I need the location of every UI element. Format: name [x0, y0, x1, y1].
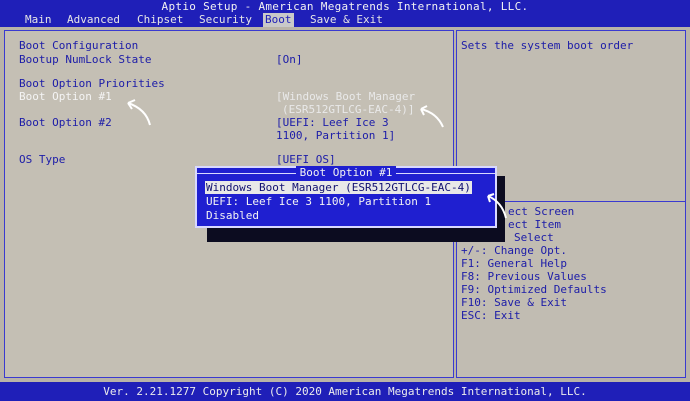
key-legend-item: +/-: Change Opt. — [461, 244, 567, 257]
tab-advanced[interactable]: Advanced — [65, 13, 122, 27]
pointer-arrow-icon — [487, 193, 507, 219]
key-legend-item: ESC: Exit — [461, 309, 521, 322]
tab-security[interactable]: Security — [197, 13, 254, 27]
key-legend-item: F1: General Help — [461, 257, 567, 270]
boot-option-2-value-cont[interactable]: 1100, Partition 1] — [276, 129, 395, 142]
os-type-value[interactable]: [UEFI OS] — [276, 153, 336, 166]
pointer-arrow-icon — [127, 99, 151, 126]
popup-title-text: Boot Option #1 — [295, 166, 397, 179]
popup-title: Boot Option #1 — [197, 166, 495, 179]
tab-main[interactable]: Main — [23, 13, 54, 27]
boot-option-2-value[interactable]: [UEFI: Leef Ice 3 — [276, 116, 389, 129]
boot-option-2-label[interactable]: Boot Option #2 — [19, 116, 112, 129]
boot-configuration-header: Boot Configuration — [19, 39, 139, 52]
pointer-arrow-icon — [420, 105, 444, 128]
boot-option-1-popup: Boot Option #1 Windows Boot Manager (ESR… — [195, 166, 497, 228]
tab-boot[interactable]: Boot — [263, 13, 294, 27]
os-type-label[interactable]: OS Type — [19, 153, 65, 166]
help-description: Sets the system boot order — [461, 39, 634, 52]
popup-option-windows-boot-manager[interactable]: Windows Boot Manager (ESR512GTLCG-EAC-4) — [205, 181, 472, 194]
boot-option-priorities-header: Boot Option Priorities — [19, 77, 165, 90]
tab-chipset[interactable]: Chipset — [135, 13, 185, 27]
boot-option-1-value[interactable]: [Windows Boot Manager — [276, 90, 415, 103]
tab-save-exit[interactable]: Save & Exit — [308, 13, 385, 27]
key-legend-item: F8: Previous Values — [461, 270, 587, 283]
boot-option-1-label[interactable]: Boot Option #1 — [19, 90, 112, 103]
popup-option-disabled[interactable]: Disabled — [206, 209, 259, 222]
window-title: Aptio Setup - American Megatrends Intern… — [0, 0, 690, 13]
bootup-numlock-label[interactable]: Bootup NumLock State — [19, 53, 151, 66]
menu-bar: Main Advanced Chipset Security Boot Save… — [0, 13, 690, 27]
popup-option-uefi-leef[interactable]: UEFI: Leef Ice 3 1100, Partition 1 — [206, 195, 431, 208]
boot-option-1-value-cont[interactable]: (ESR512GTLCG-EAC-4)] — [282, 103, 414, 116]
key-legend-item: F10: Save & Exit — [461, 296, 567, 309]
footer-version: Ver. 2.21.1277 Copyright (C) 2020 Americ… — [0, 382, 690, 401]
key-legend-item: F9: Optimized Defaults — [461, 283, 607, 296]
bootup-numlock-value[interactable]: [On] — [276, 53, 303, 66]
